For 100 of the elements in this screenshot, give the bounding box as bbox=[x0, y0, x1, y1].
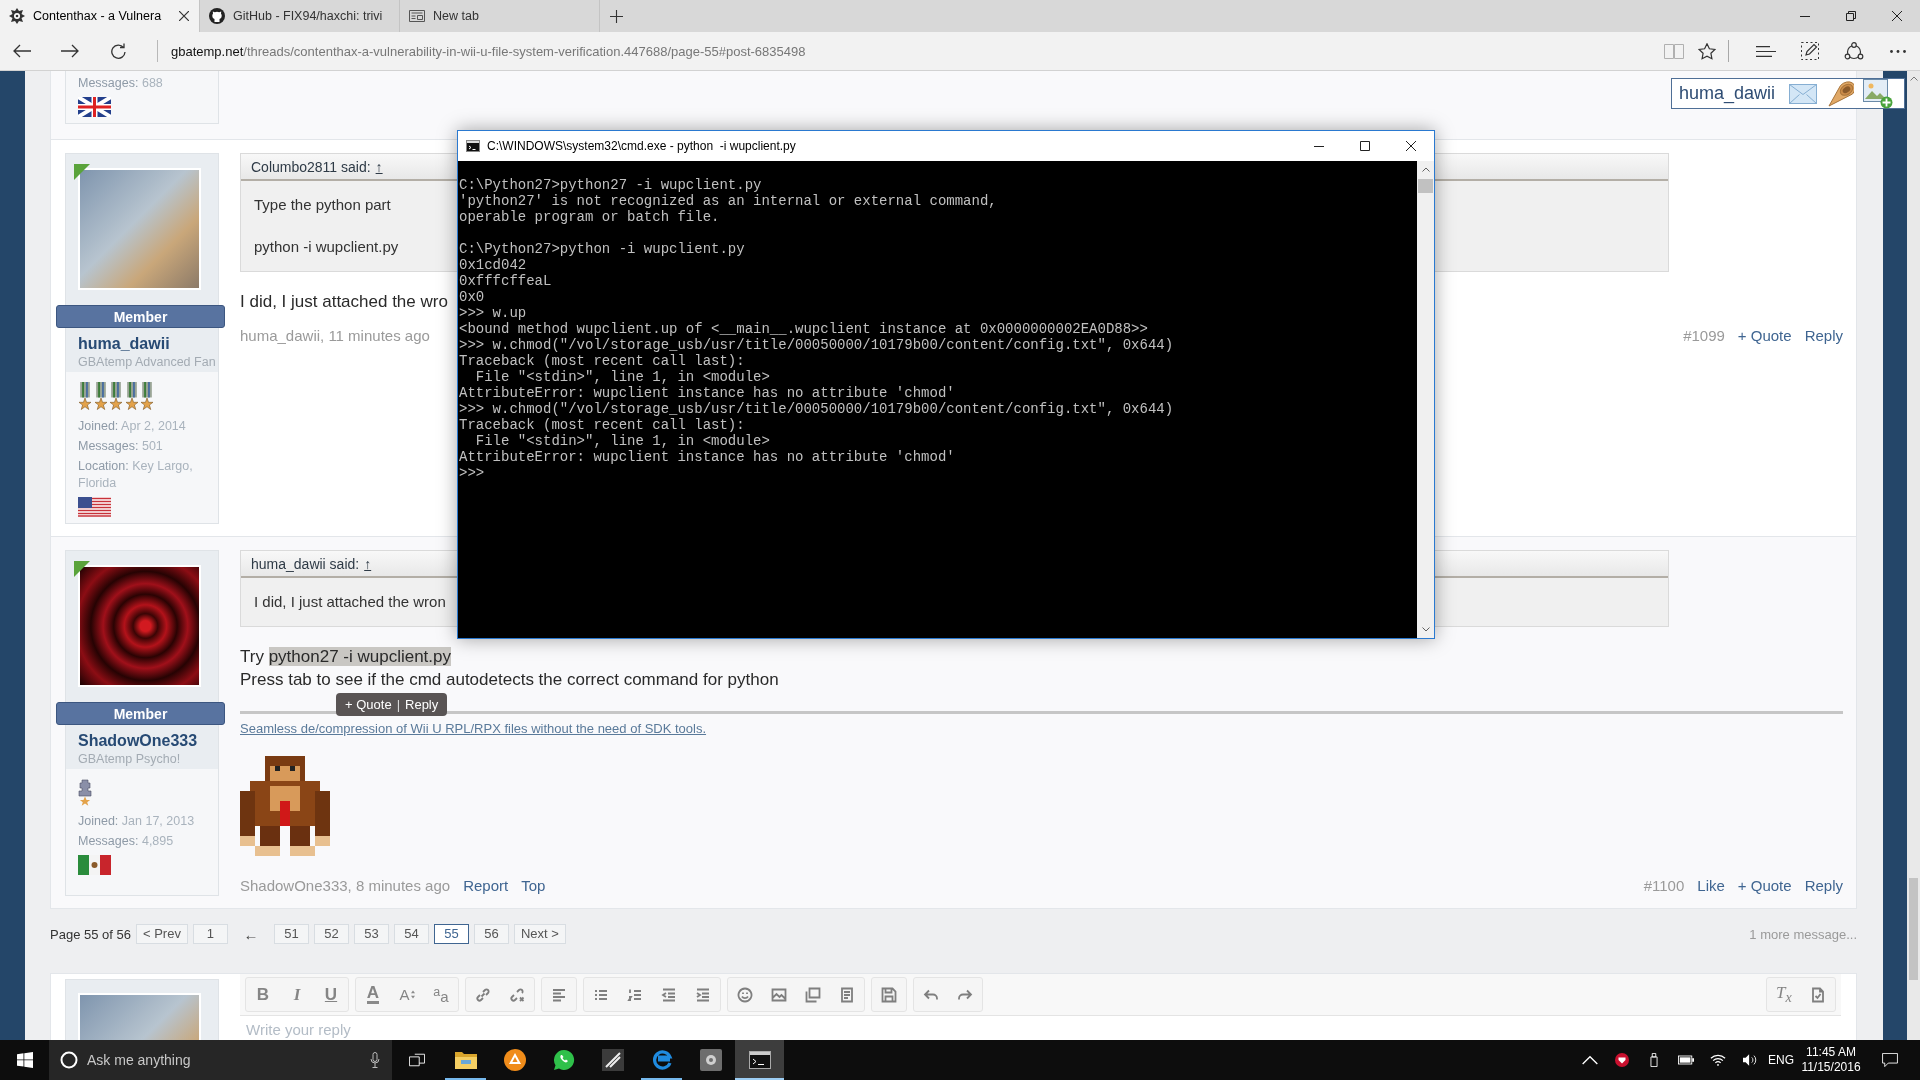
page-button[interactable]: 55 bbox=[433, 924, 469, 944]
start-icon[interactable] bbox=[16, 1052, 33, 1068]
scrollbar[interactable] bbox=[1907, 71, 1920, 1040]
post-text: Try python27 -i wupclient.py bbox=[240, 646, 452, 668]
photo-placeholder[interactable] bbox=[78, 168, 201, 290]
tooltip-link[interactable]: Reply bbox=[405, 697, 439, 712]
battery-icon[interactable] bbox=[1678, 1053, 1694, 1067]
console-line: C:\Python27>python27 -i wupclient.py bbox=[459, 177, 762, 193]
scrollbar-thumb[interactable] bbox=[1418, 179, 1433, 193]
jump-link[interactable]: ↑ bbox=[375, 158, 383, 175]
page-button[interactable]: 54 bbox=[393, 924, 429, 944]
forward-icon[interactable] bbox=[61, 44, 79, 58]
caret-up-icon[interactable] bbox=[1582, 1053, 1598, 1067]
reply-field[interactable]: Write your reply bbox=[240, 1019, 552, 1039]
post-action-link[interactable]: Reply bbox=[1804, 876, 1843, 894]
page-button[interactable]: 56 bbox=[473, 924, 509, 944]
toolbar-button[interactable]: $^{a}$a bbox=[424, 978, 458, 1011]
account-link[interactable]: huma_dawii bbox=[1679, 83, 1776, 104]
post-byline: ShadowOne333, 8 minutes ago bbox=[240, 876, 451, 894]
console-line: operable program or batch file. bbox=[459, 209, 720, 225]
back-icon[interactable] bbox=[13, 44, 31, 58]
jump-link[interactable]: ↑ bbox=[364, 555, 372, 572]
unlink-icon bbox=[509, 986, 525, 1003]
scrollbar[interactable] bbox=[1417, 161, 1434, 638]
tooltip-link[interactable]: + Quote bbox=[345, 697, 392, 712]
browser-tab[interactable]: Contenthax - a Vulnera bbox=[0, 0, 200, 32]
page-button[interactable]: 52 bbox=[313, 924, 349, 944]
address-field[interactable]: gbatemp.net/threads/contenthax-a-vulnerability-in-wii-u-file-system-verification.447688/page-55#post-6835498 bbox=[171, 43, 806, 59]
image-icon bbox=[771, 986, 787, 1003]
close-icon[interactable] bbox=[1406, 141, 1416, 151]
restore-icon[interactable] bbox=[1846, 11, 1856, 21]
post-action-link[interactable]: Like bbox=[1697, 876, 1725, 894]
page-button[interactable]: Next > bbox=[513, 924, 566, 944]
scrollbar-thumb[interactable] bbox=[1909, 878, 1918, 980]
chat-bubble-icon bbox=[552, 1049, 575, 1071]
clock-time[interactable]: 11:45 AM bbox=[1806, 1045, 1856, 1060]
refresh-icon[interactable] bbox=[110, 43, 126, 59]
language-indicator[interactable]: ENG bbox=[1766, 1053, 1796, 1067]
post-byline: huma_dawii, 11 minutes ago bbox=[240, 326, 430, 344]
more-icon[interactable] bbox=[1890, 49, 1906, 53]
star-icon[interactable] bbox=[1698, 42, 1716, 60]
console-line: File "<stdin>", line 1, in <module> bbox=[474, 433, 770, 449]
quote-text: I did, I just attached the wron bbox=[254, 593, 446, 611]
app-icon bbox=[601, 1049, 624, 1071]
post-action-link[interactable]: Report bbox=[463, 876, 509, 894]
medal-icon bbox=[93, 382, 108, 411]
ring-icon bbox=[60, 1051, 78, 1069]
wifi-icon[interactable] bbox=[1710, 1053, 1726, 1067]
image-add-icon[interactable] bbox=[1863, 78, 1894, 109]
toolbar-button[interactable]: T$_{x}$ bbox=[1767, 978, 1801, 1011]
page-button[interactable]: 53 bbox=[353, 924, 389, 944]
post-action-link[interactable]: Top bbox=[521, 876, 546, 894]
notification-icon[interactable] bbox=[1882, 1053, 1898, 1067]
page-button[interactable]: 51 bbox=[273, 924, 309, 944]
pen-icon[interactable] bbox=[1801, 42, 1819, 60]
volume-icon[interactable] bbox=[1742, 1053, 1758, 1067]
page-jump-link[interactable]: ← bbox=[232, 925, 269, 943]
close-icon[interactable] bbox=[179, 11, 189, 21]
avatar-image[interactable] bbox=[78, 565, 201, 687]
username-link[interactable]: huma_dawii bbox=[78, 335, 170, 353]
save-icon bbox=[881, 986, 897, 1003]
page-button[interactable]: < Prev bbox=[135, 924, 188, 944]
folder-icon bbox=[454, 1049, 477, 1071]
media-icon bbox=[805, 986, 821, 1003]
taskbar-button[interactable] bbox=[735, 1040, 784, 1080]
toolbar-button[interactable] bbox=[871, 977, 907, 1012]
search-field[interactable]: Ask me anything bbox=[49, 1040, 392, 1080]
post-text: I did, I just attached the wro bbox=[240, 291, 448, 313]
share-icon[interactable] bbox=[1844, 42, 1864, 60]
console-line: <bound method wupclient.up of <__main__.wupclient instance at 0x0000000002EA0D88>> bbox=[459, 321, 1148, 337]
page-button[interactable]: 1 bbox=[192, 924, 228, 944]
quote-text: Type the python part bbox=[254, 196, 391, 214]
post-action-link[interactable]: Reply bbox=[1804, 326, 1843, 344]
console-line: AttributeError: wupclient instance has no attribute 'chmod' bbox=[459, 385, 955, 401]
signature-link[interactable]: Seamless de/compression of Wii U RPL/RPX files without the need of SDK tools. bbox=[240, 721, 707, 737]
console-line: C:\Python27>python -i wupclient.py bbox=[459, 241, 745, 257]
post-action-link[interactable]: + Quote bbox=[1737, 326, 1792, 344]
task-view-icon[interactable] bbox=[408, 1052, 425, 1068]
minimize-icon[interactable] bbox=[1800, 15, 1810, 17]
clock-date[interactable]: 11/15/2016 bbox=[1801, 1060, 1861, 1075]
caret-down-icon[interactable] bbox=[1421, 627, 1430, 632]
maximize-icon[interactable] bbox=[1360, 141, 1370, 151]
post-action-link[interactable]: + Quote bbox=[1737, 876, 1792, 894]
console-line: >>> bbox=[459, 465, 485, 481]
user-stat: Messages: 501 bbox=[78, 438, 163, 455]
toolbar-button[interactable] bbox=[541, 977, 577, 1012]
horn-icon[interactable] bbox=[1828, 80, 1855, 107]
microphone-icon[interactable] bbox=[370, 1052, 380, 1068]
flag-icon bbox=[78, 855, 111, 875]
console-icon bbox=[466, 140, 480, 152]
minimize-icon[interactable] bbox=[1314, 145, 1324, 147]
tray-app-icon[interactable] bbox=[1614, 1053, 1630, 1067]
close-icon[interactable] bbox=[1892, 11, 1902, 21]
plus-icon[interactable] bbox=[610, 9, 623, 23]
console-line: 0x0 bbox=[459, 289, 485, 305]
list-icon[interactable] bbox=[1756, 45, 1776, 57]
rank-banner: Member bbox=[56, 702, 225, 725]
username-link[interactable]: ShadowOne333 bbox=[78, 732, 198, 750]
github-icon bbox=[209, 8, 225, 24]
flag-icon bbox=[78, 497, 111, 517]
